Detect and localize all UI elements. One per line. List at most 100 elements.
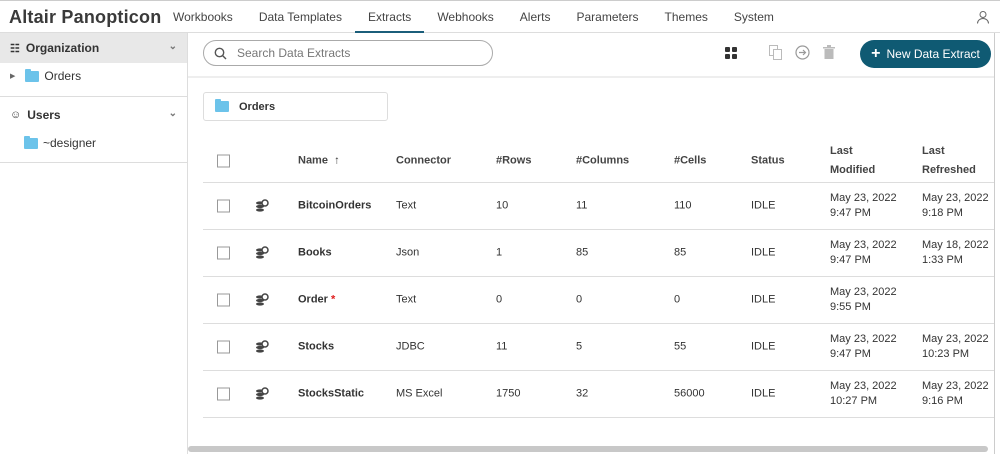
cells-cell: 85	[674, 246, 687, 259]
rows-cell: 0	[496, 293, 503, 306]
chevron-down-icon[interactable]: ⌄	[169, 108, 177, 119]
new-data-extract-button[interactable]: + New Data Extract	[860, 40, 991, 68]
connector-cell: Text	[396, 293, 417, 306]
users-section-header[interactable]: ☺ Users ⌄	[0, 100, 187, 130]
sort-ascending-icon: ↑	[331, 154, 340, 167]
cells-cell: 56000	[674, 387, 705, 400]
tab-extracts[interactable]: Extracts	[354, 1, 425, 33]
breadcrumb-label: Orders	[239, 100, 276, 113]
organization-section-header[interactable]: ☷ Organization ⌄	[0, 33, 187, 63]
row-checkbox[interactable]	[217, 387, 230, 401]
copy-icon[interactable]	[769, 45, 782, 60]
search-input[interactable]	[237, 46, 467, 60]
status-cell: IDLE	[751, 293, 776, 306]
users-label: Users	[27, 108, 61, 122]
new-data-extract-label: New Data Extract	[886, 47, 980, 61]
trash-icon[interactable]	[823, 45, 835, 59]
tab-data-templates[interactable]: Data Templates	[246, 1, 355, 33]
breadcrumb[interactable]: Orders	[203, 92, 388, 121]
user-icon[interactable]	[976, 10, 990, 24]
tab-alerts[interactable]: Alerts	[507, 1, 564, 33]
data-extract-icon	[256, 293, 269, 306]
tree-item-label: ~designer	[43, 136, 97, 150]
column-header-rows[interactable]: #Rows	[496, 154, 531, 169]
rows-cell: 10	[496, 199, 509, 212]
plus-icon: +	[871, 45, 881, 62]
tree-item-orders[interactable]: ▶ Orders	[0, 63, 187, 89]
move-icon[interactable]	[795, 45, 810, 60]
last-modified-cell: May 23, 2022 9:55 PM	[830, 286, 897, 313]
table-row[interactable]: Order * Text 0 0 0 IDLE May 23, 2022 9:55…	[203, 277, 995, 324]
cells-cell: 0	[674, 293, 681, 306]
main-nav: Workbooks Data Templates Extracts Webhoo…	[160, 1, 787, 33]
unsaved-marker: *	[331, 293, 336, 306]
search-icon	[214, 47, 227, 59]
folder-icon	[215, 99, 229, 112]
data-extract-icon	[256, 340, 269, 353]
last-refreshed-cell: May 23, 2022 9:16 PM	[922, 380, 989, 407]
table-row[interactable]: BitcoinOrders Text 10 11 110 IDLE May 23…	[203, 183, 995, 230]
chevron-down-icon[interactable]: ⌄	[169, 41, 177, 52]
column-header-last-refreshed[interactable]: Last Refreshed	[922, 142, 976, 180]
column-header-status[interactable]: Status	[751, 154, 785, 169]
status-cell: IDLE	[751, 340, 776, 353]
select-all-checkbox[interactable]	[217, 154, 230, 168]
extracts-table: Name ↑ Connector #Rows #Columns #Cells S…	[203, 140, 995, 418]
folder-icon	[24, 135, 38, 149]
column-header-last-modified[interactable]: Last Modified	[830, 142, 875, 180]
hierarchy-icon: ☷	[10, 42, 20, 55]
data-extract-icon	[256, 246, 269, 259]
column-header-name[interactable]: Name ↑	[298, 154, 340, 169]
row-checkbox[interactable]	[217, 246, 230, 260]
last-refreshed-cell: May 18, 2022 1:33 PM	[922, 239, 989, 266]
rows-cell: 1750	[496, 387, 521, 400]
folder-icon	[25, 68, 40, 82]
tab-themes[interactable]: Themes	[652, 1, 721, 33]
column-header-connector[interactable]: Connector	[396, 154, 451, 169]
search-box[interactable]	[203, 40, 493, 66]
last-modified-cell: May 23, 2022 9:47 PM	[830, 239, 897, 266]
extract-name[interactable]: Stocks	[298, 340, 334, 355]
cells-cell: 110	[674, 199, 692, 212]
grid-view-icon[interactable]	[725, 47, 737, 59]
connector-cell: MS Excel	[396, 387, 443, 400]
tab-system[interactable]: System	[721, 1, 787, 33]
columns-cell: 11	[576, 199, 588, 212]
column-header-cells[interactable]: #Cells	[674, 154, 706, 169]
last-modified-cell: May 23, 2022 10:27 PM	[830, 380, 897, 407]
organization-label: Organization	[25, 41, 100, 55]
caret-right-icon[interactable]: ▶	[10, 72, 15, 80]
row-checkbox[interactable]	[217, 199, 230, 213]
columns-cell: 5	[576, 340, 583, 353]
columns-cell: 85	[576, 246, 589, 259]
extract-name[interactable]: BitcoinOrders	[298, 199, 371, 214]
connector-cell: JDBC	[396, 340, 425, 353]
table-row[interactable]: Stocks JDBC 11 5 55 IDLE May 23, 2022 9:4…	[203, 324, 995, 371]
columns-cell: 32	[576, 387, 589, 400]
tab-webhooks[interactable]: Webhooks	[424, 1, 506, 33]
divider	[188, 76, 995, 78]
table-row[interactable]: Books Json 1 85 85 IDLE May 23, 2022 9:47…	[203, 230, 995, 277]
top-bar: Altair Panopticon Workbooks Data Templat…	[0, 0, 1000, 33]
table-header: Name ↑ Connector #Rows #Columns #Cells S…	[203, 140, 995, 183]
status-cell: IDLE	[751, 246, 776, 259]
horizontal-scrollbar[interactable]	[188, 446, 988, 452]
column-header-columns[interactable]: #Columns	[576, 154, 629, 169]
tree-item-label: Orders	[44, 69, 82, 83]
tab-workbooks[interactable]: Workbooks	[160, 1, 246, 33]
app-logo: Altair Panopticon	[9, 7, 162, 27]
extract-name[interactable]: Books	[298, 246, 332, 261]
cells-cell: 55	[674, 340, 687, 353]
extract-name[interactable]: Order *	[298, 293, 335, 308]
table-row[interactable]: StocksStatic MS Excel 1750 32 56000 IDLE…	[203, 371, 995, 418]
last-modified-cell: May 23, 2022 9:47 PM	[830, 333, 897, 360]
tree-item-designer[interactable]: ~designer	[0, 130, 187, 156]
extract-name[interactable]: StocksStatic	[298, 387, 364, 402]
row-checkbox[interactable]	[217, 340, 230, 354]
row-checkbox[interactable]	[217, 293, 230, 307]
status-cell: IDLE	[751, 199, 776, 212]
last-refreshed-cell: May 23, 2022 9:18 PM	[922, 192, 989, 219]
data-extract-icon	[256, 199, 269, 212]
tab-parameters[interactable]: Parameters	[563, 1, 651, 33]
vertical-scrollbar[interactable]	[994, 33, 995, 454]
